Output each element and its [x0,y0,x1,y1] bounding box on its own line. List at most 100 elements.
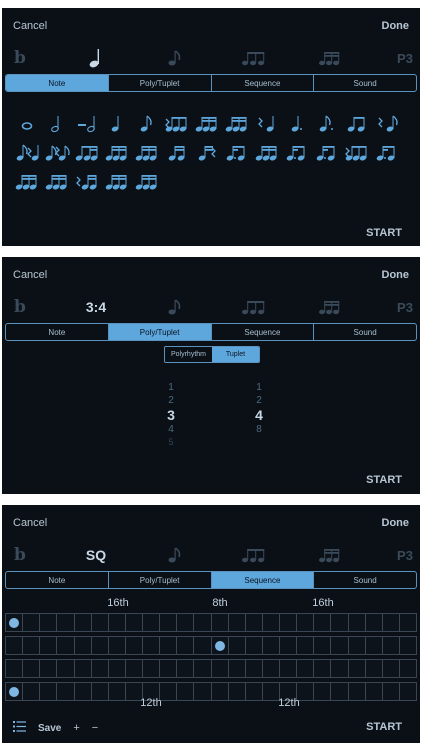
done-button[interactable]: Done [382,20,410,32]
sequence-step[interactable] [296,660,313,677]
cancel-button[interactable]: Cancel [13,269,47,281]
done-button[interactable]: Done [382,517,410,529]
sequence-step[interactable] [244,637,262,654]
sequence-step[interactable] [227,660,245,677]
sequence-step[interactable] [56,660,73,677]
remove-button[interactable]: − [92,722,98,734]
sequence-step[interactable] [347,614,365,631]
sequence-step[interactable] [296,614,313,631]
rest-quarter-note-icon[interactable] [252,109,282,138]
flat-icon[interactable]: b [10,42,30,74]
dotted-quarter-note-icon[interactable] [282,109,312,138]
dotted-16th-note-icon[interactable] [222,138,252,167]
sequence-step[interactable] [39,660,56,677]
sequence-step[interactable] [279,614,296,631]
left-number-picker[interactable]: 1 2 3 4 5 [156,381,186,449]
beamed-16th-note-icon[interactable] [132,138,162,167]
cancel-button[interactable]: Cancel [13,20,47,32]
sequence-step[interactable] [193,660,210,677]
right-number-picker[interactable]: 1 2 4 8 [244,381,274,436]
cancel-button[interactable]: Cancel [13,517,47,529]
sequence-step[interactable] [227,614,245,631]
preset-label[interactable]: P3 [392,539,418,571]
tuplet-note-icon[interactable] [162,109,192,138]
sequence-step[interactable] [193,637,210,654]
list-icon[interactable] [13,721,26,735]
sequence-step[interactable] [176,660,193,677]
preset-label[interactable]: P3 [392,42,418,74]
sequence-step[interactable] [159,660,176,677]
rest-16th-note-icon[interactable] [72,167,102,196]
beamed-16th-note-icon[interactable] [192,109,222,138]
16th-rest-note-icon[interactable] [192,138,222,167]
sequence-step[interactable] [159,637,176,654]
beamed-16th-note-icon[interactable] [102,167,132,196]
dotted-16th-note-icon[interactable] [372,138,402,167]
dotted-half-note-icon[interactable] [72,109,102,138]
sequence-step[interactable] [107,660,125,677]
picker-selected[interactable]: 4 [244,407,274,423]
sequence-step[interactable] [261,637,279,654]
sequence-step[interactable] [398,614,416,631]
dotted-eighth-16th-note-icon[interactable] [42,138,72,167]
sequence-step[interactable] [176,637,193,654]
add-button[interactable]: + [73,722,79,734]
sequence-step[interactable] [210,637,228,654]
sequence-step[interactable] [364,637,382,654]
sequence-step[interactable] [90,660,108,677]
eighth-note-icon[interactable] [160,42,190,74]
sequence-step[interactable] [279,637,296,654]
done-button[interactable]: Done [382,269,410,281]
sequence-step[interactable] [244,614,262,631]
sequence-step[interactable] [398,637,416,654]
sequence-step[interactable] [107,637,125,654]
sequence-step[interactable] [124,614,142,631]
sequence-step[interactable] [381,637,399,654]
eighth-note-icon[interactable] [132,109,162,138]
beamed-16th-note-icon[interactable] [12,167,42,196]
rest-eighth-note-icon[interactable] [372,109,402,138]
tab-poly-tuplet[interactable]: Poly/Tuplet [107,324,211,340]
start-button[interactable]: START [366,474,402,486]
whole-note-icon[interactable] [12,109,42,138]
picker-option[interactable]: 2 [244,394,274,407]
sequence-step[interactable] [381,614,399,631]
sequence-step[interactable] [330,637,347,654]
tab-note[interactable]: Note [6,572,108,588]
tuplet-icon[interactable] [238,539,272,571]
sequence-step[interactable] [296,637,313,654]
sequence-step[interactable] [73,637,91,654]
tab-poly-tuplet[interactable]: Poly/Tuplet [107,75,211,91]
tab-sequence[interactable]: Sequence [210,324,314,340]
sequence-step[interactable] [193,614,210,631]
sequence-step[interactable] [244,660,262,677]
tab-note[interactable]: Note [6,75,108,91]
beamed-16th-note-icon[interactable] [222,109,252,138]
tuplet-icon[interactable] [238,291,272,323]
picker-option[interactable]: 1 [156,381,186,394]
sequence-step[interactable] [142,637,159,654]
sequence-step[interactable] [210,660,228,677]
quarter-note-icon[interactable] [77,42,115,74]
sequence-step[interactable] [142,660,159,677]
sequence-step[interactable] [210,614,228,631]
sequence-step[interactable] [90,637,108,654]
sequence-step[interactable] [347,660,365,677]
ratio-label[interactable]: 3:4 [77,291,115,323]
sequence-step[interactable] [364,660,382,677]
sequence-step[interactable] [330,614,347,631]
sequence-step[interactable] [56,637,73,654]
sequence-step[interactable] [22,637,39,654]
eighth-note-icon[interactable] [160,291,190,323]
preset-label[interactable]: P3 [392,291,418,323]
start-button[interactable]: START [366,721,402,733]
tab-sound[interactable]: Sound [313,324,416,340]
sequence-step[interactable] [398,660,416,677]
tab-sequence[interactable]: Sequence [210,75,314,91]
tuplet-icon[interactable] [238,42,272,74]
flat-icon[interactable]: b [10,291,30,323]
tab-tuplet[interactable]: Tuplet [212,347,259,362]
sequence-step[interactable] [176,614,193,631]
tab-sound[interactable]: Sound [313,572,416,588]
beamed-eighth-16th-note-icon[interactable] [72,138,102,167]
